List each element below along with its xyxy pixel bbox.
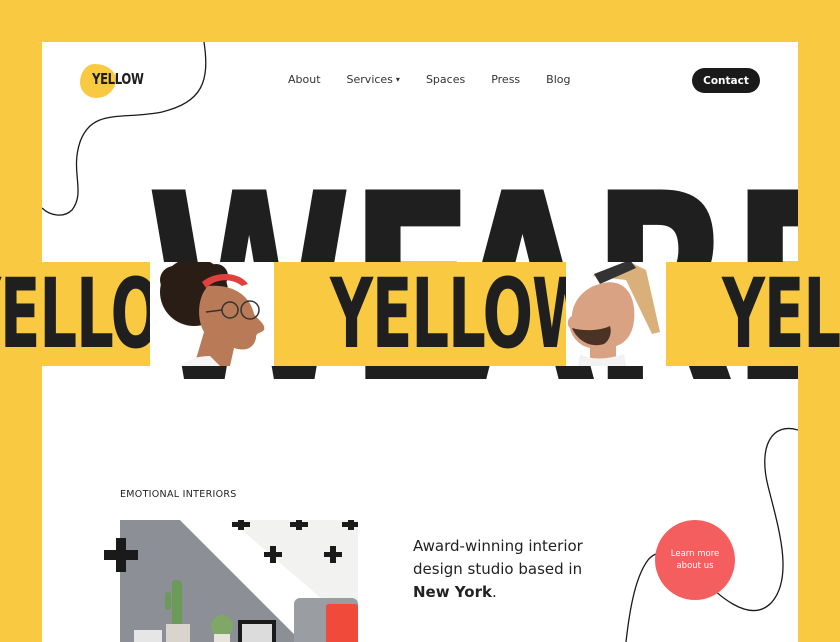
interior-photo — [120, 520, 358, 642]
learn-more-button[interactable]: Learn more about us — [655, 520, 735, 600]
interior-photo-illustration — [120, 520, 358, 642]
nav-item-label: Blog — [546, 73, 571, 86]
tagline-line-1: Award-winning interior — [413, 537, 583, 555]
tagline-city: New York — [413, 583, 492, 601]
nav-item-spaces[interactable]: Spaces — [426, 73, 465, 86]
portrait-woman — [150, 262, 274, 366]
brand-name: YELLOW — [92, 70, 144, 88]
learn-more-line-1: Learn more — [670, 549, 720, 559]
nav-item-label: Services — [346, 73, 393, 86]
nav-item-about[interactable]: About — [288, 73, 321, 86]
portrait-man — [566, 262, 666, 366]
yellow-band: YELLOW YELLOW YELLOW — [0, 262, 840, 366]
contact-button[interactable]: Contact — [692, 68, 760, 93]
nav-item-label: Spaces — [425, 73, 466, 86]
tagline-line-2: design studio based in — [413, 560, 583, 578]
tagline: Award-winning interior design studio bas… — [413, 535, 613, 604]
nav-item-blog[interactable]: Blog — [546, 73, 570, 86]
section-label: EMOTIONAL INTERIORS — [120, 489, 237, 500]
main-nav: About Services ▾ Spaces Press Blog — [288, 73, 596, 86]
nav-item-label: About — [288, 73, 321, 86]
tagline-end: . — [491, 583, 497, 601]
nav-item-press[interactable]: Press — [491, 73, 520, 86]
nav-item-services[interactable]: Services ▾ — [347, 73, 400, 86]
tagline-line-3: New York. — [413, 581, 613, 604]
nav-item-label: Press — [491, 73, 521, 86]
band-word-yellow: YELLOW — [722, 262, 840, 366]
chevron-down-icon: ▾ — [395, 75, 400, 84]
band-word-yellow: YELLOW — [330, 262, 598, 366]
brand-logo[interactable]: YELLOW — [80, 64, 144, 100]
learn-more-line-2: about us — [676, 561, 714, 571]
